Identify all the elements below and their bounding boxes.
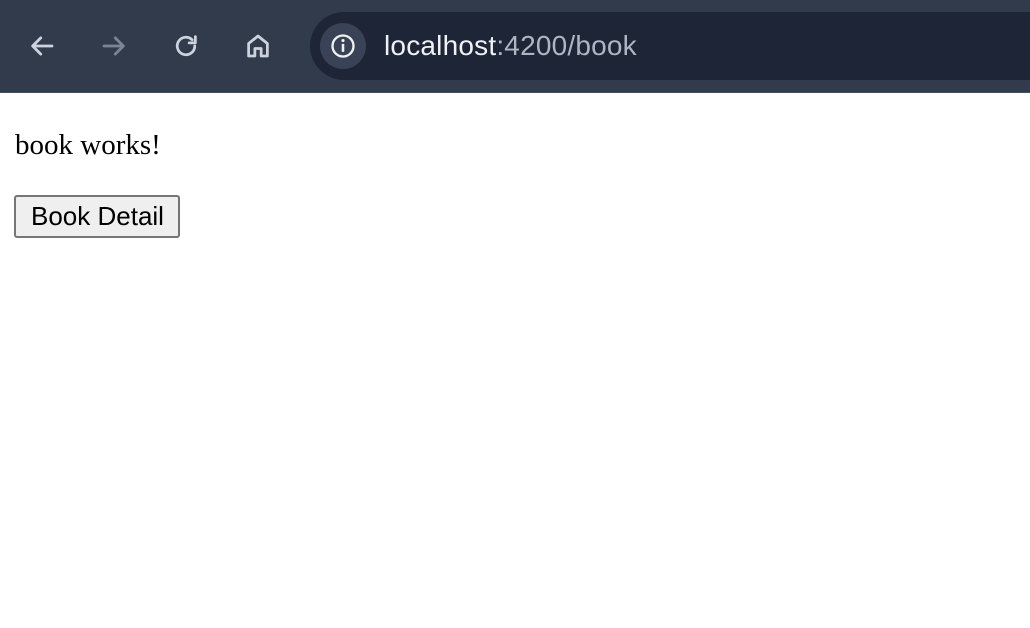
info-icon xyxy=(331,34,355,58)
page-content: book works! Book Detail xyxy=(0,94,1030,628)
reload-button[interactable] xyxy=(162,22,210,70)
url-path: :4200/book xyxy=(496,30,637,61)
back-button[interactable] xyxy=(18,22,66,70)
home-button[interactable] xyxy=(234,22,282,70)
site-info-button[interactable] xyxy=(320,23,366,69)
forward-button[interactable] xyxy=(90,22,138,70)
address-bar[interactable]: localhost:4200/book xyxy=(310,12,1030,80)
book-detail-button[interactable]: Book Detail xyxy=(14,195,180,238)
home-icon xyxy=(247,34,269,58)
reload-icon xyxy=(175,35,197,57)
url-text[interactable]: localhost:4200/book xyxy=(384,28,637,64)
book-works-text: book works! xyxy=(15,129,161,161)
arrow-left-icon xyxy=(31,36,54,56)
browser-toolbar: localhost:4200/book xyxy=(0,0,1030,93)
url-host: localhost xyxy=(384,30,497,61)
arrow-right-icon xyxy=(102,36,125,56)
